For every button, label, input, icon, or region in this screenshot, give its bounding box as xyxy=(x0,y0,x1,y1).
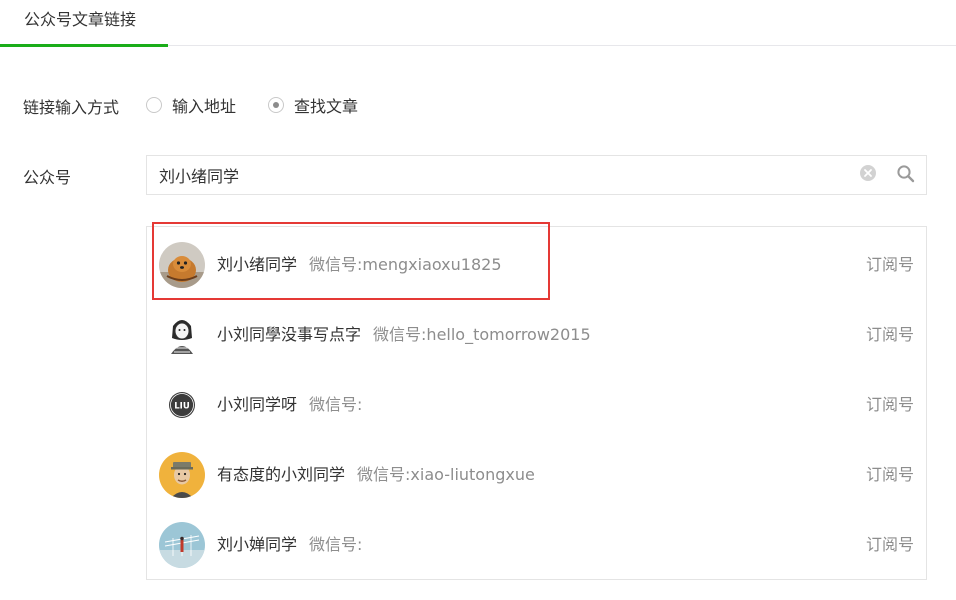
search-results-list: 刘小绪同学 微信号:mengxiaoxu1825 订阅号 小刘同學没事写点字 微信号… xyxy=(146,226,927,580)
result-name-line: 刘小绪同学 微信号:mengxiaoxu1825 xyxy=(217,229,502,301)
account-type: 订阅号 xyxy=(865,325,914,344)
radio-label: 输入地址 xyxy=(172,97,237,116)
radio-circle-icon[interactable] xyxy=(146,97,162,113)
svg-text:LIU: LIU xyxy=(174,402,190,412)
result-name-line: 有态度的小刘同学 微信号:xiao-liutongxue xyxy=(217,439,535,511)
account-type: 订阅号 xyxy=(865,465,914,484)
wechat-id: 微信号: xyxy=(309,395,363,414)
result-name-line: 小刘同學没事写点字 微信号:hello_tomorrow2015 xyxy=(217,299,591,371)
radio-label: 查找文章 xyxy=(294,97,359,116)
wechat-id: 微信号:mengxiaoxu1825 xyxy=(309,255,502,274)
account-search-box xyxy=(146,155,927,195)
clear-icon[interactable] xyxy=(859,164,877,182)
result-item[interactable]: 刘小绪同学 微信号:mengxiaoxu1825 订阅号 xyxy=(147,229,926,299)
account-label: 公众号 xyxy=(23,168,72,187)
radio-find-article[interactable]: 查找文章 xyxy=(268,94,358,116)
account-name: 小刘同学呀 xyxy=(217,395,298,414)
account-type: 订阅号 xyxy=(865,255,914,274)
wechat-id: 微信号:xiao-liutongxue xyxy=(357,465,535,484)
account-type: 订阅号 xyxy=(865,535,914,554)
wechat-id: 微信号:hello_tomorrow2015 xyxy=(373,325,591,344)
account-name: 小刘同學没事写点字 xyxy=(217,325,362,344)
search-icon[interactable] xyxy=(896,164,916,184)
result-item[interactable]: 小刘同學没事写点字 微信号:hello_tomorrow2015 订阅号 xyxy=(147,299,926,369)
dog-avatar-icon xyxy=(159,242,205,288)
result-name-line: 小刘同学呀 微信号: xyxy=(217,369,362,441)
account-type: 订阅号 xyxy=(865,395,914,414)
radio-checked-icon[interactable] xyxy=(268,97,284,113)
account-name: 刘小绪同学 xyxy=(217,255,298,274)
liu-badge-avatar-icon: LIU xyxy=(159,382,205,428)
tab-bar: 公众号文章链接 xyxy=(0,0,956,47)
landscape-avatar-icon xyxy=(159,522,205,568)
wechat-id: 微信号: xyxy=(309,535,363,554)
result-item[interactable]: 有态度的小刘同学 微信号:xiao-liutongxue 订阅号 xyxy=(147,439,926,509)
radio-input-address[interactable]: 输入地址 xyxy=(146,94,236,116)
cartoon-man-avatar-icon xyxy=(159,452,205,498)
account-name: 刘小婵同学 xyxy=(217,535,298,554)
account-name: 有态度的小刘同学 xyxy=(217,465,346,484)
result-item[interactable]: 刘小婵同学 微信号: 订阅号 xyxy=(147,509,926,579)
result-item[interactable]: LIU 小刘同学呀 微信号: 订阅号 xyxy=(147,369,926,439)
account-search-input[interactable] xyxy=(159,156,849,194)
result-name-line: 刘小婵同学 微信号: xyxy=(217,509,362,581)
link-method-label: 链接输入方式 xyxy=(23,98,120,117)
sketch-girl-avatar-icon xyxy=(159,312,205,358)
tab-article-link[interactable]: 公众号文章链接 xyxy=(0,0,168,47)
